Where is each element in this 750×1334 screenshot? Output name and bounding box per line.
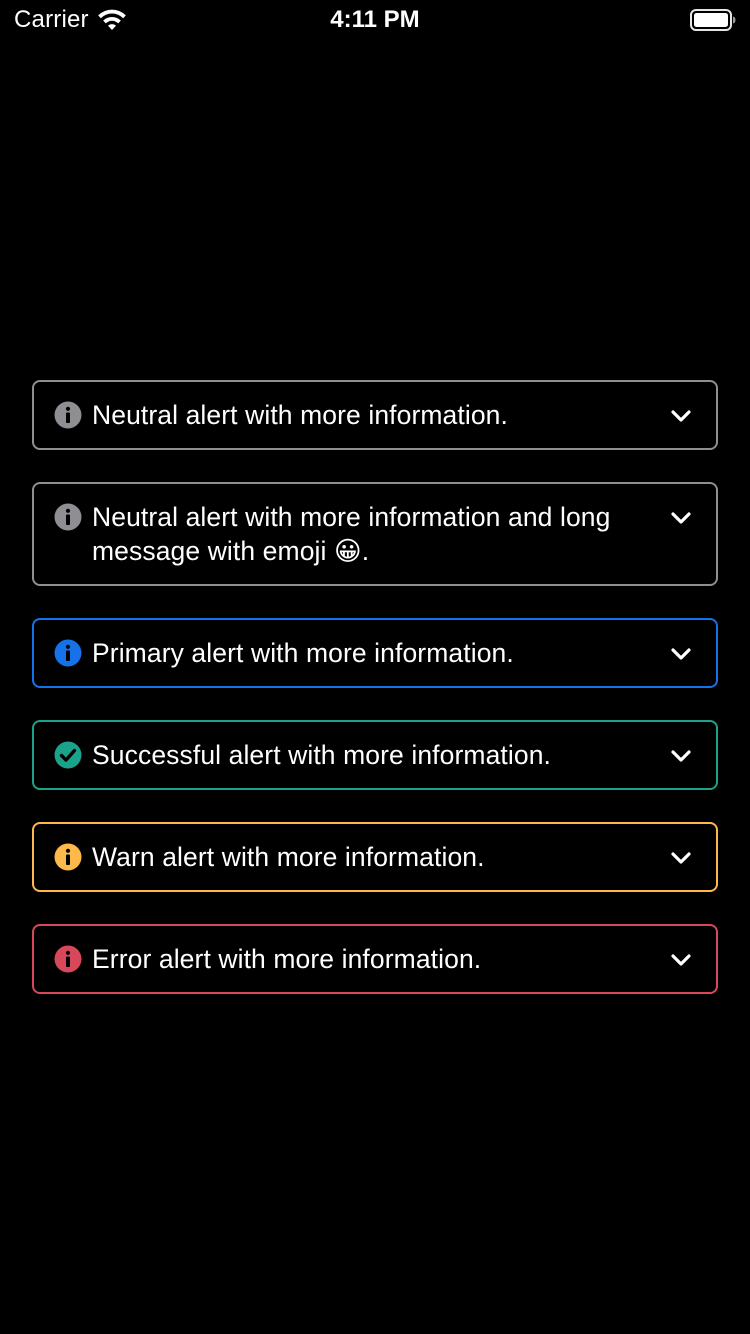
info-icon [54,945,82,973]
alert-neutral-long[interactable]: Neutral alert with more information and … [32,482,718,586]
chevron-down-icon[interactable] [668,403,694,429]
chevron-down-icon[interactable] [668,845,694,871]
battery-icon [690,9,736,31]
chevron-down-icon[interactable] [668,505,694,531]
check-circle-icon [54,741,82,769]
chevron-down-icon[interactable] [668,641,694,667]
status-bar: Carrier 4:11 PM [0,0,750,40]
alert-warn[interactable]: Warn alert with more information. [32,822,718,892]
alert-primary[interactable]: Primary alert with more information. [32,618,718,688]
info-icon [54,503,82,531]
alert-message: Neutral alert with more information. [92,400,508,430]
alert-error[interactable]: Error alert with more information. [32,924,718,994]
info-icon [54,843,82,871]
alert-message: Primary alert with more information. [92,638,514,668]
alert-success[interactable]: Successful alert with more information. [32,720,718,790]
info-icon [54,639,82,667]
chevron-down-icon[interactable] [668,947,694,973]
info-icon [54,401,82,429]
alert-list: Neutral alert with more information. Neu… [32,380,718,1026]
alert-message: Error alert with more information. [92,944,482,974]
alert-message: Warn alert with more information. [92,842,485,872]
alert-message: Successful alert with more information. [92,740,551,770]
alert-message: Neutral alert with more information and … [92,502,611,566]
chevron-down-icon[interactable] [668,743,694,769]
alert-neutral[interactable]: Neutral alert with more information. [32,380,718,450]
status-time: 4:11 PM [330,6,420,33]
